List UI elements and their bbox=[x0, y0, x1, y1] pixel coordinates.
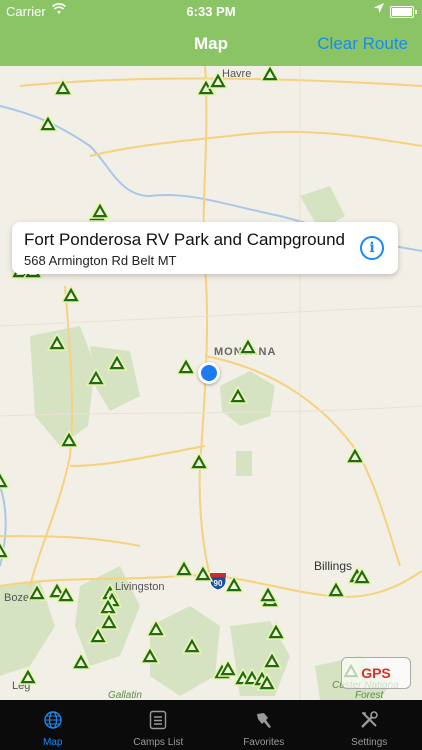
map-label-forest: Forest bbox=[355, 690, 384, 700]
campground-callout[interactable]: Fort Ponderosa RV Park and Campground 56… bbox=[12, 222, 398, 274]
tab-settings-label: Settings bbox=[351, 737, 388, 748]
user-location-dot bbox=[198, 362, 220, 384]
tab-settings[interactable]: Settings bbox=[317, 700, 422, 750]
globe-icon bbox=[0, 710, 106, 730]
tab-favorites-label: Favorites bbox=[243, 737, 285, 748]
navigation-bar: Carrier 6:33 PM Map Clear Route bbox=[0, 0, 422, 66]
settings-icon bbox=[317, 710, 422, 730]
battery-icon bbox=[390, 6, 417, 18]
map-view[interactable]: Havre MONTANA Billings Livingston Bozem … bbox=[0, 66, 422, 700]
map-label-gallatin: Gallatin bbox=[108, 690, 142, 700]
tab-camps-list[interactable]: Camps List bbox=[106, 700, 212, 750]
info-icon[interactable]: i bbox=[360, 236, 384, 260]
tab-camps-list-label: Camps List bbox=[133, 737, 184, 748]
status-bar: Carrier 6:33 PM bbox=[0, 0, 422, 22]
clear-route-button[interactable]: Clear Route bbox=[317, 34, 408, 54]
status-time: 6:33 PM bbox=[186, 4, 236, 19]
list-icon bbox=[106, 710, 212, 730]
tab-bar: Map Camps List Favorites Settings bbox=[0, 700, 422, 750]
favorites-icon bbox=[211, 710, 317, 730]
map-label-livingston: Livingston bbox=[115, 581, 165, 593]
tab-favorites[interactable]: Favorites bbox=[211, 700, 317, 750]
interstate-label: 90 bbox=[214, 579, 223, 588]
callout-address: 568 Armington Rd Belt MT bbox=[24, 253, 177, 268]
callout-title: Fort Ponderosa RV Park and Campground bbox=[24, 230, 345, 249]
tab-map-label: Map bbox=[43, 737, 63, 748]
user-location-inner bbox=[201, 365, 217, 381]
battery-level bbox=[392, 8, 412, 16]
gps-button[interactable]: GPS bbox=[341, 657, 411, 689]
tab-map[interactable]: Map bbox=[0, 700, 106, 750]
location-arrow-icon bbox=[374, 3, 384, 16]
